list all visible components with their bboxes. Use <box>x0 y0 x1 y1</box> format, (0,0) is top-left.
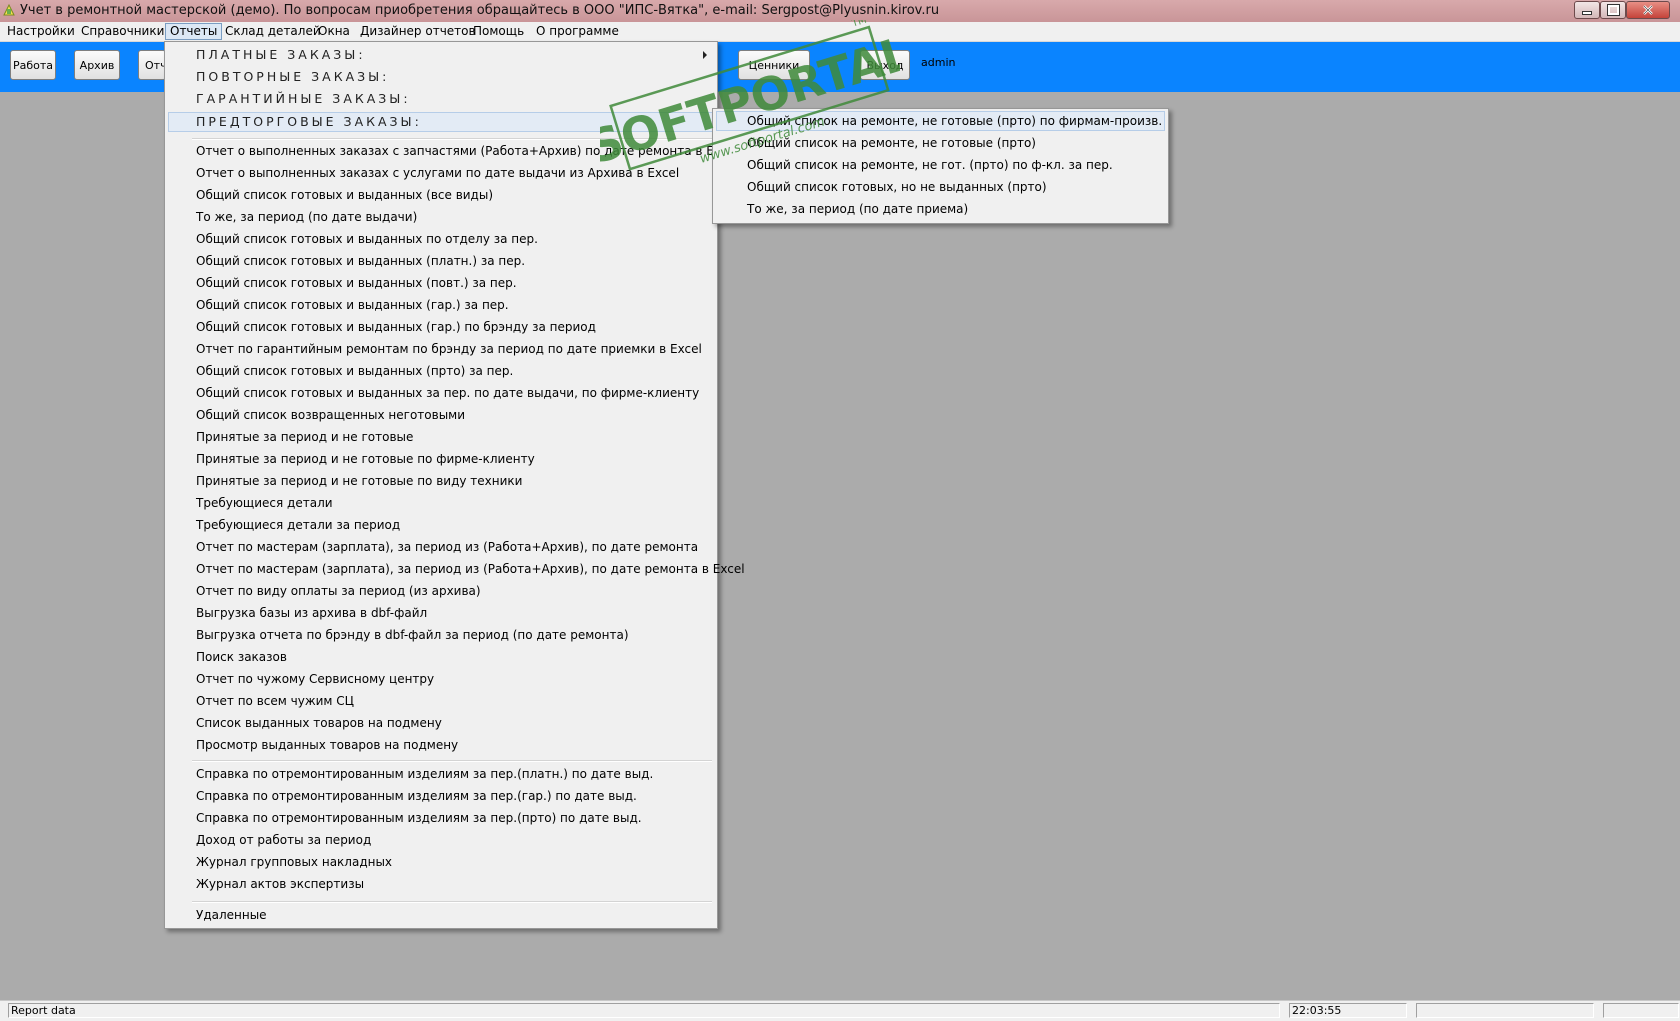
report-menu-item[interactable]: Общий список готовых и выданных (платн.)… <box>196 251 525 271</box>
report-menu-item[interactable]: Журнал групповых накладных <box>196 852 392 872</box>
report-menu-item[interactable]: Отчет по всем чужим СЦ <box>196 691 354 711</box>
report-menu-item[interactable]: Выгрузка отчета по брэнду в dbf-файл за … <box>196 625 629 645</box>
report-menu-item[interactable]: Отчет по мастерам (зарплата), за период … <box>196 559 745 579</box>
report-menu-item[interactable]: Справка по отремонтированным изделиям за… <box>196 786 637 806</box>
report-menu-item[interactable]: Общий список готовых и выданных (повт.) … <box>196 273 517 293</box>
menu-header-warranty-orders[interactable]: ГАРАНТИЙНЫЕ ЗАКАЗЫ: <box>196 89 411 109</box>
report-menu-item[interactable]: Общий список готовых и выданных (все вид… <box>196 185 493 205</box>
menu-report-designer[interactable]: Дизайнер отчетов <box>356 23 480 40</box>
report-menu-item[interactable]: Доход от работы за период <box>196 830 371 850</box>
archive-button[interactable]: Архив <box>74 50 120 80</box>
window-title: Учет в ремонтной мастерской (демо). По в… <box>20 3 940 18</box>
report-menu-item[interactable]: Общий список готовых и выданных (гар.) п… <box>196 317 596 337</box>
report-menu-item[interactable]: Принятые за период и не готовые по фирме… <box>196 449 535 469</box>
menu-separator <box>192 901 712 903</box>
menu-help[interactable]: Помощь <box>469 23 528 40</box>
app-icon <box>3 3 15 16</box>
close-button[interactable] <box>1626 1 1670 19</box>
restore-button[interactable] <box>1600 1 1626 19</box>
report-menu-item[interactable]: Выгрузка базы из архива в dbf-файл <box>196 603 427 623</box>
status-panel-empty <box>1603 1003 1679 1018</box>
restore-icon <box>1606 4 1620 16</box>
menu-header-paid-orders[interactable]: ПЛАТНЫЕ ЗАКАЗЫ: <box>196 45 366 65</box>
report-menu-item[interactable]: Требующиеся детали <box>196 493 333 513</box>
report-menu-item[interactable]: Журнал актов экспертизы <box>196 874 364 894</box>
reports-button[interactable]: Отч <box>138 50 166 80</box>
watermark-group: SOFTPORTAL www.softportal.com TM <box>600 20 900 175</box>
report-menu-item[interactable]: Отчет по виду оплаты за период (из архив… <box>196 581 481 601</box>
report-menu-item[interactable]: Отчет по мастерам (зарплата), за период … <box>196 537 698 557</box>
report-menu-item[interactable]: Справка по отремонтированным изделиям за… <box>196 764 653 784</box>
report-menu-item[interactable]: Общий список готовых и выданных (прто) з… <box>196 361 513 381</box>
report-menu-item[interactable]: Список выданных товаров на подмену <box>196 713 442 733</box>
menu-reports[interactable]: Отчеты <box>165 23 223 40</box>
report-menu-item[interactable]: Общий список готовых и выданных за пер. … <box>196 383 699 403</box>
minimize-button[interactable] <box>1574 1 1600 19</box>
submenu-item[interactable]: Общий список готовых, но не выданных (пр… <box>747 177 1047 197</box>
menu-windows[interactable]: Окна <box>314 23 354 40</box>
report-menu-item[interactable]: Отчет по гарантийным ремонтам по брэнду … <box>196 339 702 359</box>
report-menu-item[interactable]: Удаленные <box>196 905 267 925</box>
close-icon <box>1643 5 1653 15</box>
menu-header-repeat-orders[interactable]: ПОВТОРНЫЕ ЗАКАЗЫ: <box>196 67 389 87</box>
status-panel-empty <box>1416 1003 1594 1018</box>
menu-header-pretrade-orders[interactable]: ПРЕДТОРГОВЫЕ ЗАКАЗЫ: <box>196 112 422 132</box>
menu-directories[interactable]: Справочники <box>77 23 168 40</box>
report-menu-item[interactable]: Общий список возвращенных неготовыми <box>196 405 465 425</box>
report-menu-item[interactable]: Общий список готовых и выданных по отдел… <box>196 229 538 249</box>
report-menu-item[interactable]: Принятые за период и не готовые <box>196 427 413 447</box>
submenu-item[interactable]: То же, за период (по дате приема) <box>747 199 968 219</box>
work-button[interactable]: Работа <box>10 50 56 80</box>
report-menu-item[interactable]: То же, за период (по дате выдачи) <box>196 207 417 227</box>
report-menu-item[interactable]: Требующиеся детали за период <box>196 515 400 535</box>
status-time: 22:03:55 <box>1289 1003 1407 1018</box>
report-menu-item[interactable]: Поиск заказов <box>196 647 287 667</box>
menu-parts-warehouse[interactable]: Склад деталей <box>221 23 325 40</box>
menu-settings[interactable]: Настройки <box>3 23 79 40</box>
report-menu-item[interactable]: Просмотр выданных товаров на подмену <box>196 735 458 755</box>
status-text: Report data <box>8 1003 1280 1018</box>
menu-separator <box>192 760 712 762</box>
report-menu-item[interactable]: Справка по отремонтированным изделиям за… <box>196 808 642 828</box>
report-menu-item[interactable]: Общий список готовых и выданных (гар.) з… <box>196 295 509 315</box>
current-user: admin <box>921 56 956 69</box>
softportal-watermark: SOFTPORTAL www.softportal.com TM <box>600 20 900 175</box>
report-menu-item[interactable]: Отчет по чужому Сервисному центру <box>196 669 434 689</box>
report-menu-item[interactable]: Принятые за период и не готовые по виду … <box>196 471 522 491</box>
minimize-icon <box>1582 11 1592 15</box>
